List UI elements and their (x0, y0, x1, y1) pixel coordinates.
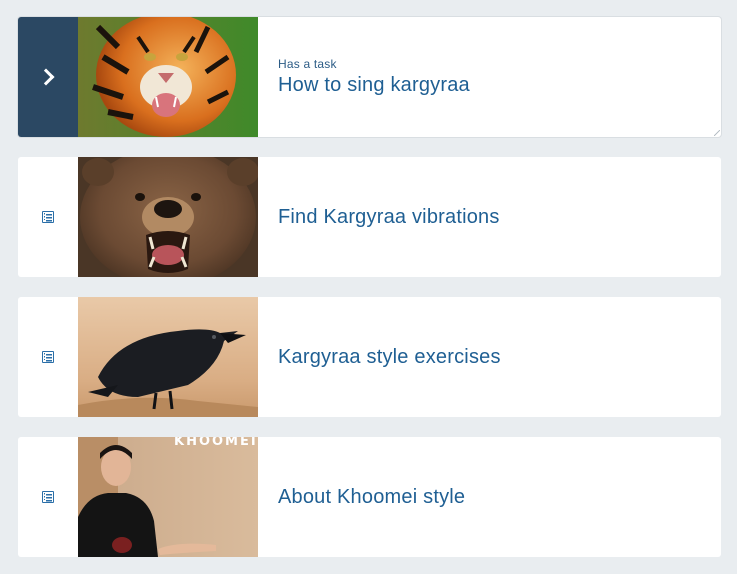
document-icon (42, 351, 54, 363)
lesson-item-find-kargyraa-vibrations[interactable]: Find Kargyraa vibrations (18, 157, 721, 277)
item-text: Kargyraa style exercises (258, 297, 721, 417)
document-icon (42, 491, 54, 503)
item-title[interactable]: Find Kargyraa vibrations (278, 206, 721, 229)
lesson-item-how-to-sing-kargyraa[interactable]: Has a task How to sing kargyraa (18, 17, 721, 137)
item-status-label: Has a task (278, 57, 337, 71)
resize-grip-icon (714, 130, 720, 136)
item-text: Has a task How to sing kargyraa (258, 17, 721, 137)
lesson-list: Has a task How to sing kargyraa Find Kar… (0, 0, 737, 574)
item-title[interactable]: Kargyraa style exercises (278, 346, 721, 369)
document-icon (42, 211, 54, 223)
item-text: About Khoomei style (258, 437, 721, 557)
item-side-panel (18, 157, 78, 277)
item-side-panel (18, 17, 78, 137)
bear-thumbnail (78, 157, 258, 277)
item-title[interactable]: How to sing kargyraa (278, 74, 721, 97)
tiger-thumbnail (78, 17, 258, 137)
raven-thumbnail (78, 297, 258, 417)
chevron-right-icon (37, 68, 55, 86)
man-presenting-thumbnail: KHOOMEI (78, 437, 258, 557)
thumbnail-caption: KHOOMEI (174, 437, 258, 449)
item-title[interactable]: About Khoomei style (278, 486, 721, 509)
item-text: Find Kargyraa vibrations (258, 157, 721, 277)
item-side-panel (18, 437, 78, 557)
item-side-panel (18, 297, 78, 417)
lesson-item-kargyraa-style-exercises[interactable]: Kargyraa style exercises (18, 297, 721, 417)
lesson-item-about-khoomei-style[interactable]: KHOOMEI About Khoomei style (18, 437, 721, 557)
